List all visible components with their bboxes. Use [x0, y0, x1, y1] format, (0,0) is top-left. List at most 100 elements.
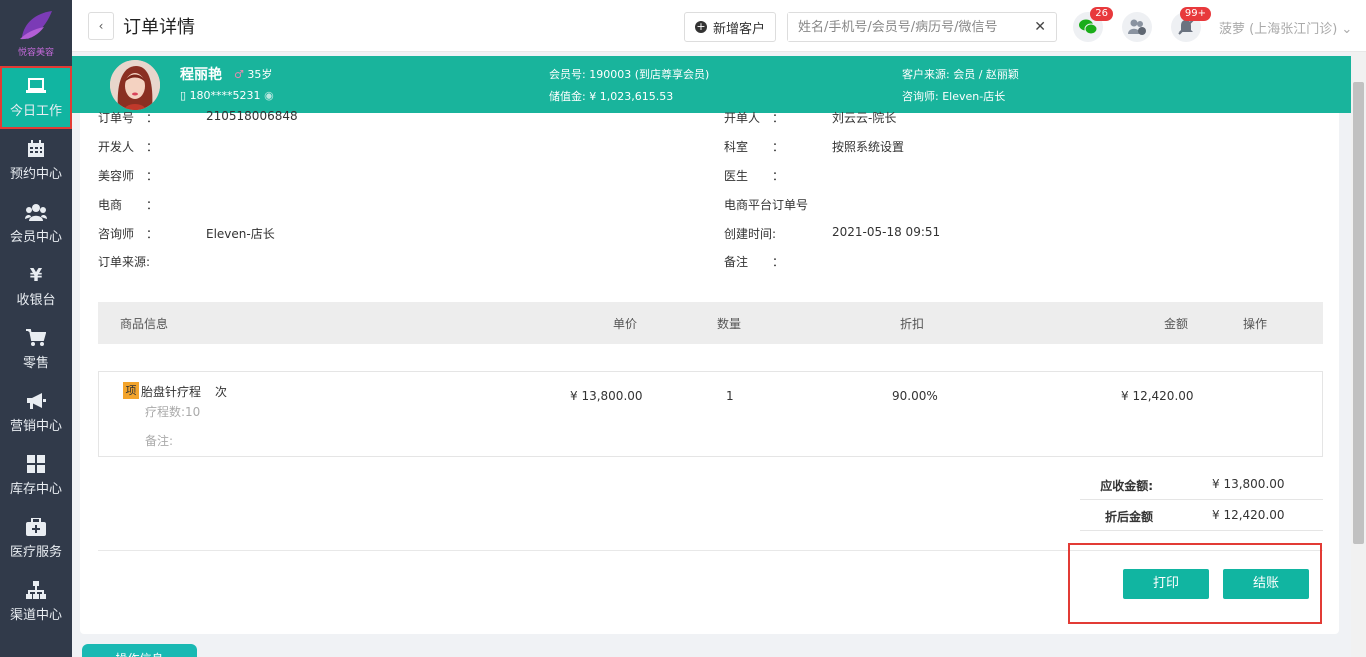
member-number-label: 会员号: — [549, 68, 586, 81]
receivable-label: 应收金额: — [1100, 479, 1153, 493]
search-box: ✕ — [787, 12, 1057, 42]
sidebar-item-inventory[interactable]: 库存中心 — [0, 444, 72, 507]
created-time-value: 2021-05-18 09:51 — [832, 225, 941, 239]
page-title: 订单详情 — [123, 17, 195, 38]
item-qty: 1 — [726, 389, 734, 403]
sidebar-item-medical[interactable]: 医疗服务 — [0, 507, 72, 570]
discounted-label: 折后金额 — [1104, 510, 1153, 524]
column-discount: 折扣 — [900, 317, 925, 331]
grid-icon — [25, 454, 47, 474]
item-type-tag: 项 — [123, 382, 139, 399]
sidebar-item-retail[interactable]: 零售 — [0, 318, 72, 381]
department-label: 科室 ： — [724, 140, 785, 154]
member-balance-label: 储值金: — [549, 90, 586, 103]
issuer-value: 刘云云-院长 — [832, 111, 897, 125]
scrollbar-thumb[interactable] — [1353, 82, 1364, 544]
member-name: 程丽艳 — [180, 67, 222, 83]
order-source-label: 订单来源: — [98, 255, 151, 269]
sidebar: 悦容美容 今日工作 预约中心 会员中心 ¥ 收银台 零售 营销中心 库存中心 医… — [0, 0, 72, 657]
close-icon[interactable]: ✕ — [1034, 19, 1046, 35]
member-balance-value: ¥ 1,023,615.53 — [589, 90, 674, 103]
sidebar-item-label: 医疗服务 — [9, 545, 62, 560]
logo-text: 悦容美容 — [17, 47, 54, 58]
sidebar-item-today[interactable]: 今日工作 — [0, 66, 72, 129]
column-action: 操作 — [1243, 317, 1268, 331]
issuer-label: 开单人 ： — [724, 111, 785, 125]
add-customer-button[interactable]: + 新增客户 — [684, 12, 776, 42]
wechat-badge: 26 — [1090, 7, 1113, 21]
back-button[interactable]: ‹ — [88, 12, 114, 40]
logo-icon — [16, 9, 56, 43]
user-menu[interactable]: 菠萝 (上海张江门诊) ⌄ — [1219, 18, 1352, 37]
doctor-label: 医生 ： — [724, 169, 785, 183]
avatar[interactable] — [110, 60, 160, 110]
platform-order-label: 电商平台订单号 — [724, 198, 809, 212]
member-number: 会员号: 190003 (到店尊享会员) — [549, 66, 709, 82]
add-customer-label: 新增客户 — [712, 21, 765, 37]
scrollbar[interactable] — [1351, 52, 1366, 657]
megaphone-icon — [25, 391, 47, 411]
beautician-label: 美容师 ： — [98, 169, 159, 183]
remark-label: 备注 ： — [724, 255, 785, 269]
customer-source: 客户来源: 会员 / 赵丽颖 — [902, 66, 1019, 82]
sidebar-item-label: 库存中心 — [9, 482, 62, 497]
item-remark: 备注: — [145, 434, 174, 448]
chevron-down-icon: ⌄ — [1341, 22, 1353, 37]
item-amount: ¥ 12,420.00 — [1121, 389, 1194, 403]
column-price: 单价 — [613, 317, 638, 331]
print-button[interactable]: 打印 — [1123, 569, 1209, 599]
customer-source-label: 客户来源: — [902, 68, 950, 81]
sidebar-item-label: 零售 — [22, 356, 49, 371]
search-input[interactable] — [788, 13, 1018, 41]
mobile-icon: ▯ — [180, 89, 187, 102]
receivable-value: ¥ 13,800.00 — [1212, 477, 1285, 491]
sidebar-item-channel[interactable]: 渠道中心 — [0, 570, 72, 633]
receivable-row: 应收金额: ¥ 13,800.00 — [1080, 469, 1323, 500]
gender-icon: ♂ — [234, 68, 244, 81]
user-name: 菠萝 (上海张江门诊) — [1219, 22, 1338, 37]
wechat-icon — [1079, 19, 1097, 35]
cart-icon — [25, 328, 47, 348]
customer-source-value: 会员 / 赵丽颖 — [953, 68, 1019, 81]
brand-logo[interactable]: 悦容美容 — [0, 0, 72, 66]
sitemap-icon — [25, 580, 47, 600]
order-number-label: 订单号 ： — [98, 111, 159, 125]
sidebar-item-appointment[interactable]: 预约中心 — [0, 129, 72, 192]
column-amount: 金额 — [1164, 317, 1189, 331]
tab-operation-info[interactable]: 操作信息 — [82, 644, 197, 657]
member-phone-text: 180****5231 — [189, 89, 261, 102]
discounted-row: 折后金额 ¥ 12,420.00 — [1080, 500, 1323, 531]
sidebar-item-label: 今日工作 — [9, 104, 62, 119]
items-table-header: 商品信息 单价 数量 折扣 金额 操作 — [98, 302, 1323, 344]
item-discount: 90.00% — [892, 389, 938, 403]
sidebar-item-label: 营销中心 — [9, 419, 62, 434]
consultant-value: Eleven-店长 — [206, 227, 275, 241]
eye-icon[interactable]: ◉ — [264, 89, 274, 102]
chevron-left-icon: ‹ — [98, 19, 104, 33]
department-value: 按照系统设置 — [832, 140, 905, 154]
yen-icon: ¥ — [29, 264, 43, 286]
wechat-button[interactable]: 26 — [1073, 7, 1113, 42]
developer-label: 开发人 ： — [98, 140, 159, 154]
sidebar-item-marketing[interactable]: 营销中心 — [0, 381, 72, 444]
checkout-button[interactable]: 结账 — [1223, 569, 1309, 599]
item-price: ¥ 13,800.00 — [570, 389, 643, 403]
member-phone: ▯ 180****5231 ◉ — [180, 89, 274, 102]
column-product: 商品信息 — [120, 317, 169, 331]
sidebar-item-members[interactable]: 会员中心 — [0, 192, 72, 255]
sidebar-item-label: 渠道中心 — [9, 608, 62, 623]
sidebar-item-cashier[interactable]: ¥ 收银台 — [0, 255, 72, 318]
members-icon — [25, 202, 47, 222]
monitor-icon — [25, 76, 47, 96]
item-name: 胎盘针疗程 — [141, 385, 202, 399]
notification-button[interactable]: 99+ — [1171, 7, 1211, 42]
member-banner: 程丽艳 ♂ 35岁 ▯ 180****5231 ◉ 会员号: 190003 (到… — [72, 56, 1351, 113]
notification-badge: 99+ — [1179, 7, 1211, 21]
discounted-value: ¥ 12,420.00 — [1212, 508, 1285, 522]
sidebar-item-label: 收银台 — [16, 293, 56, 308]
contacts-button[interactable] — [1122, 12, 1152, 42]
order-detail-panel: 订单号 ： 210518006848 开发人 ： 美容师 ： 电商 ： 咨询师 … — [80, 109, 1339, 634]
top-header: ‹ 订单详情 + 新增客户 ✕ 26 99+ 菠萝 (上海张江门诊) ⌄ — [72, 0, 1366, 52]
column-qty: 数量 — [717, 317, 742, 331]
plus-circle-icon: + — [694, 20, 707, 33]
